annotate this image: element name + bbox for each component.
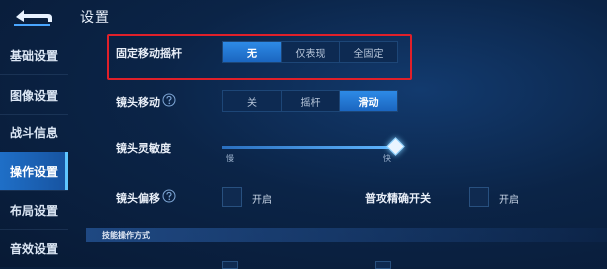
sidebar-item-label: 战斗信息 (9, 125, 58, 140)
slider-min-label: 慢 (226, 154, 234, 163)
sidebar-item-label: 布局设置 (9, 203, 58, 218)
sidebar-item-battle-info[interactable]: 战斗信息 (0, 113, 68, 151)
sidebar-item-controls[interactable]: 操作设置 (0, 152, 68, 190)
camera-move-segmented-control: 关 摇杆 滑动 (222, 90, 398, 112)
section-header-bar (86, 228, 607, 242)
camera-move-label: 镜头移动 (116, 96, 160, 109)
precise-attack-label: 普攻精确开关 (365, 192, 431, 205)
camera-offset-label: 镜头偏移 (116, 192, 160, 205)
sidebar-item-graphics[interactable]: 图像设置 (0, 76, 68, 114)
partial-bottom-row (110, 257, 607, 269)
joystick-label: 固定移动摇杆 (116, 47, 182, 60)
sidebar-item-label: 操作设置 (9, 164, 58, 179)
back-arrow-icon[interactable] (10, 6, 56, 28)
page-title: 设置 (80, 10, 110, 26)
precise-attack-checkbox[interactable] (469, 187, 489, 207)
sensitivity-slider-track[interactable] (222, 146, 396, 149)
sidebar-item-label: 基础设置 (9, 48, 58, 63)
joystick-option-visual[interactable]: 仅表现 (282, 42, 340, 62)
camera-offset-toggle-label: 开启 (252, 195, 272, 206)
sidebar-item-layout[interactable]: 布局设置 (0, 191, 68, 229)
section-title: 技能操作方式 (102, 231, 150, 240)
joystick-option-full[interactable]: 全固定 (340, 42, 397, 62)
precise-attack-toggle-label: 开启 (499, 195, 519, 206)
top-bar: 设置 (0, 0, 607, 30)
divider (0, 74, 68, 75)
help-icon[interactable] (162, 93, 176, 107)
camera-option-joystick[interactable]: 摇杆 (282, 91, 340, 111)
camera-offset-checkbox[interactable] (222, 187, 242, 207)
partial-checkbox[interactable] (222, 261, 238, 269)
partial-checkbox[interactable] (375, 261, 391, 269)
sidebar-item-label: 音效设置 (9, 241, 58, 256)
joystick-segmented-control: 无 仅表现 全固定 (222, 41, 398, 63)
sidebar-item-basic[interactable]: 基础设置 (0, 36, 68, 74)
sidebar: 基础设置 图像设置 战斗信息 操作设置 布局设置 音效设置 (0, 34, 68, 267)
camera-option-swipe[interactable]: 滑动 (340, 91, 397, 111)
joystick-option-none[interactable]: 无 (223, 42, 282, 62)
sidebar-item-audio[interactable]: 音效设置 (0, 229, 68, 267)
help-icon[interactable] (162, 189, 176, 203)
camera-option-off[interactable]: 关 (223, 91, 282, 111)
sidebar-item-label: 图像设置 (9, 88, 58, 103)
slider-max-label: 快 (383, 154, 391, 163)
sensitivity-label: 镜头灵敏度 (116, 142, 171, 155)
